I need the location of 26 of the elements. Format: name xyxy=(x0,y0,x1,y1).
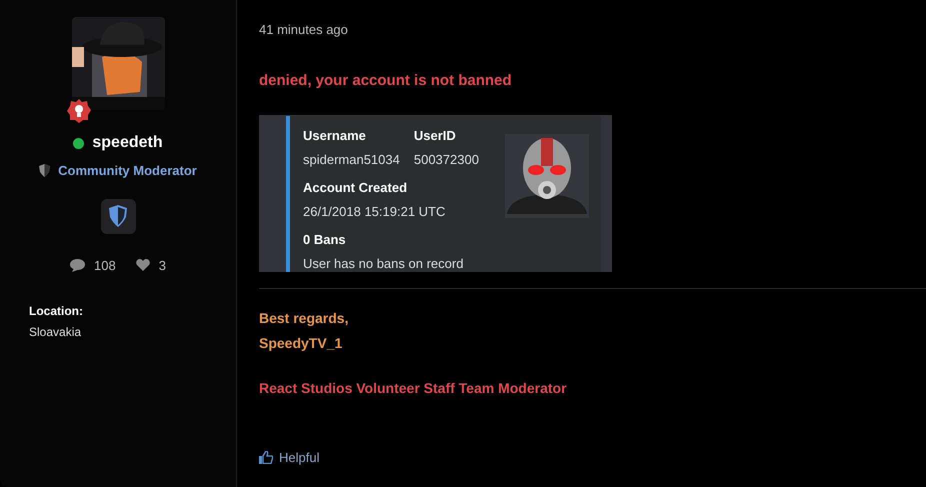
username[interactable]: speedeth xyxy=(92,131,163,155)
embed-field-value: 500372300 xyxy=(414,150,479,168)
embed-field-name: Username xyxy=(303,127,367,145)
signature-line: SpeedyTV_1 xyxy=(259,334,344,353)
embed-field-name: UserID xyxy=(414,127,457,145)
signature-line: Best regards, xyxy=(259,309,350,328)
embed-field-value: User has no bans on record xyxy=(303,254,464,272)
field-value: Sloavakia xyxy=(29,324,82,341)
helpful-button[interactable]: Helpful xyxy=(259,448,320,467)
embed-field-name: 0 Bans xyxy=(303,231,347,249)
thumbs-up-icon xyxy=(259,450,273,464)
embed-field-value: spiderman51034 xyxy=(303,150,400,169)
signature-line: React Studios Volunteer Staff Team Moderator xyxy=(259,379,568,398)
embed-field-name: Account Created xyxy=(303,179,408,197)
field-label: Location: xyxy=(29,303,83,320)
embed-field-value: 26/1/2018 15:19:21 UTC xyxy=(303,202,446,220)
shield-icon xyxy=(109,205,127,227)
shield-icon xyxy=(39,164,50,178)
lightbulb-badge-icon xyxy=(66,98,92,124)
stat-count: 3 xyxy=(158,256,166,274)
speech-bubble-icon xyxy=(70,258,86,272)
post-time[interactable]: 41 minutes ago xyxy=(259,20,926,40)
post-headline: denied, your account is not banned xyxy=(259,70,513,90)
heart-icon xyxy=(136,259,150,272)
stat-count: 108 xyxy=(94,256,116,274)
user-role: Community Moderator xyxy=(58,162,197,180)
